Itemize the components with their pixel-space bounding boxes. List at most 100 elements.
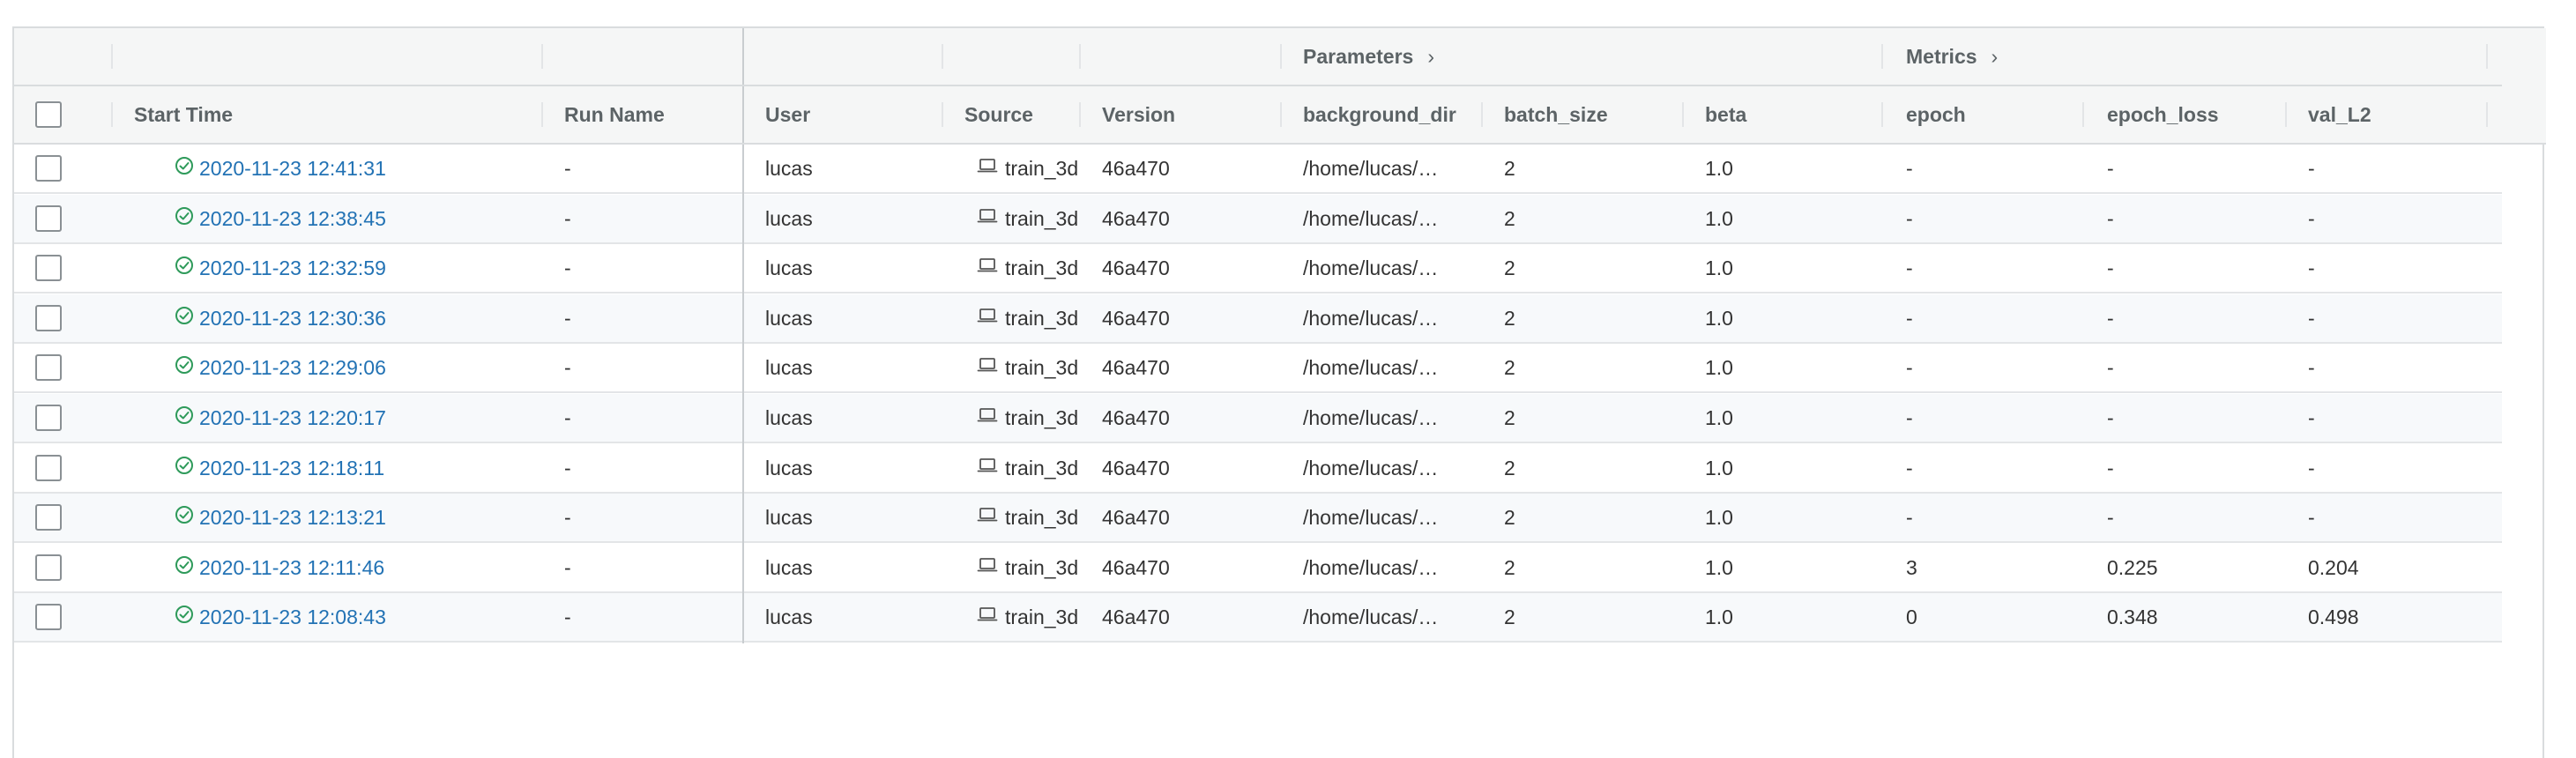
table-row[interactable]: 2020-11-23 12:20:17 train_3dı - lucas 46a470… — [14, 394, 2502, 443]
cell-source: train_3dı — [977, 244, 1077, 292]
source-name[interactable]: train_3dı — [1005, 457, 1077, 479]
source-name[interactable]: train_3dı — [1005, 356, 1077, 379]
metrics-group-toggle[interactable]: Metrics › — [1906, 28, 1998, 85]
cell-version: 46a470 — [1102, 307, 1170, 330]
header-epoch-loss[interactable]: epoch_loss — [2107, 86, 2283, 143]
source-name[interactable]: train_3dı — [1005, 207, 1077, 230]
header-background-dir[interactable]: background_dir — [1303, 86, 1488, 143]
cell-user: lucas — [765, 356, 813, 379]
cell-epoch: 3 — [1906, 556, 1917, 579]
run-start-time-link[interactable]: 2020-11-23 12:38:45 — [199, 207, 386, 230]
table-row[interactable]: 2020-11-23 12:38:45 train_3dı - lucas 46a470… — [14, 195, 2502, 244]
cell-version: 46a470 — [1102, 207, 1170, 230]
cell-epoch: - — [1906, 506, 1913, 529]
cell-start-time: 2020-11-23 12:41:31 — [175, 145, 527, 192]
header-epoch[interactable]: epoch — [1906, 86, 2073, 143]
cell-background-dir: /home/lucas/… — [1303, 556, 1439, 579]
table-row[interactable]: 2020-11-23 12:29:06 train_3dı - lucas 46a470… — [14, 344, 2502, 393]
cell-epoch: - — [1906, 457, 1913, 479]
cell-version: 46a470 — [1102, 556, 1170, 579]
cell-batch-size: 2 — [1504, 406, 1515, 429]
column-divider — [2285, 102, 2287, 127]
cell-beta: 1.0 — [1705, 606, 1733, 628]
cell-run-name: - — [564, 406, 571, 429]
cell-epoch: - — [1906, 406, 1913, 429]
row-select-checkbox[interactable] — [35, 205, 62, 232]
table-row[interactable]: 2020-11-23 12:41:31 train_3dı - lucas 46a470… — [14, 145, 2502, 194]
laptop-icon — [977, 394, 998, 441]
header-batch-size[interactable]: batch_size — [1504, 86, 1680, 143]
header-beta[interactable]: beta — [1705, 86, 1872, 143]
cell-source: train_3dı — [977, 544, 1077, 591]
row-select-checkbox[interactable] — [35, 155, 62, 182]
source-name[interactable]: train_3dı — [1005, 606, 1077, 628]
run-start-time-link[interactable]: 2020-11-23 12:08:43 — [199, 606, 386, 628]
select-all-checkbox[interactable] — [35, 101, 62, 128]
column-group-header-row: Parameters › Metrics › — [14, 28, 2502, 86]
column-divider — [2082, 102, 2084, 127]
table-row[interactable]: 2020-11-23 12:08:43 train_3dı - lucas 46a470… — [14, 593, 2502, 643]
table-row[interactable]: 2020-11-23 12:32:59 train_3dı - lucas 46a470… — [14, 244, 2502, 294]
check-circle-icon — [175, 544, 194, 591]
row-select-checkbox[interactable] — [35, 255, 62, 281]
row-select-checkbox[interactable] — [35, 305, 62, 331]
cell-source: train_3dı — [977, 394, 1077, 442]
run-start-time-link[interactable]: 2020-11-23 12:29:06 — [199, 356, 386, 379]
source-name[interactable]: train_3dı — [1005, 506, 1077, 529]
table-row[interactable]: 2020-11-23 12:18:11 train_3dı - lucas 46a470… — [14, 444, 2502, 494]
column-divider — [1881, 102, 1883, 127]
cell-start-time: 2020-11-23 12:38:45 — [175, 195, 527, 242]
cell-batch-size: 2 — [1504, 256, 1515, 279]
source-name[interactable]: train_3dı — [1005, 157, 1077, 180]
cell-beta: 1.0 — [1705, 157, 1733, 180]
header-source[interactable]: Source — [964, 86, 1070, 143]
header-user[interactable]: User — [765, 86, 933, 143]
laptop-icon — [977, 494, 998, 540]
cell-run-name: - — [564, 457, 571, 479]
cell-epoch: - — [1906, 256, 1913, 279]
run-start-time-link[interactable]: 2020-11-23 12:32:59 — [199, 256, 386, 279]
header-start-time[interactable]: Start Time — [134, 86, 522, 143]
table-row[interactable]: 2020-11-23 12:13:21 train_3dı - lucas 46a470… — [14, 494, 2502, 543]
header-version[interactable]: Version — [1102, 86, 1269, 143]
row-select-checkbox[interactable] — [35, 455, 62, 481]
run-start-time-link[interactable]: 2020-11-23 12:13:21 — [199, 506, 386, 529]
cell-start-time: 2020-11-23 12:32:59 — [175, 244, 527, 292]
cell-background-dir: /home/lucas/… — [1303, 606, 1439, 628]
table-row[interactable]: 2020-11-23 12:11:46 train_3dı - lucas 46a470… — [14, 544, 2502, 593]
row-select-checkbox[interactable] — [35, 504, 62, 531]
column-divider — [111, 102, 113, 127]
run-start-time-link[interactable]: 2020-11-23 12:20:17 — [199, 406, 386, 429]
laptop-icon — [977, 294, 998, 341]
cell-epoch-loss: - — [2107, 506, 2114, 529]
laptop-icon — [977, 195, 998, 242]
cell-background-dir: /home/lucas/… — [1303, 256, 1439, 279]
source-name[interactable]: train_3dı — [1005, 256, 1077, 279]
source-name[interactable]: train_3dı — [1005, 406, 1077, 429]
cell-epoch-loss: 0.225 — [2107, 556, 2158, 579]
cell-start-time: 2020-11-23 12:29:06 — [175, 344, 527, 391]
cell-source: train_3dı — [977, 195, 1077, 242]
run-start-time-link[interactable]: 2020-11-23 12:11:46 — [199, 556, 384, 579]
cell-run-name: - — [564, 606, 571, 628]
laptop-icon — [977, 344, 998, 390]
run-start-time-link[interactable]: 2020-11-23 12:18:11 — [199, 457, 384, 479]
header-val-l2[interactable]: val_L2 — [2308, 86, 2475, 143]
table-row[interactable]: 2020-11-23 12:30:36 train_3dı - lucas 46a470… — [14, 294, 2502, 344]
header-run-name[interactable]: Run Name — [564, 86, 732, 143]
row-select-checkbox[interactable] — [35, 604, 62, 630]
row-select-checkbox[interactable] — [35, 554, 62, 581]
column-divider — [1881, 44, 1883, 69]
run-start-time-link[interactable]: 2020-11-23 12:30:36 — [199, 307, 386, 330]
row-select-checkbox[interactable] — [35, 354, 62, 381]
source-name[interactable]: train_3dı — [1005, 556, 1077, 579]
run-start-time-link[interactable]: 2020-11-23 12:41:31 — [199, 157, 386, 180]
cell-version: 46a470 — [1102, 406, 1170, 429]
pinned-columns-divider — [742, 86, 744, 143]
cell-start-time: 2020-11-23 12:08:43 — [175, 593, 527, 641]
cell-version: 46a470 — [1102, 256, 1170, 279]
source-name[interactable]: train_3dı — [1005, 307, 1077, 330]
row-select-checkbox[interactable] — [35, 405, 62, 431]
cell-batch-size: 2 — [1504, 556, 1515, 579]
parameters-group-toggle[interactable]: Parameters › — [1303, 28, 1434, 85]
